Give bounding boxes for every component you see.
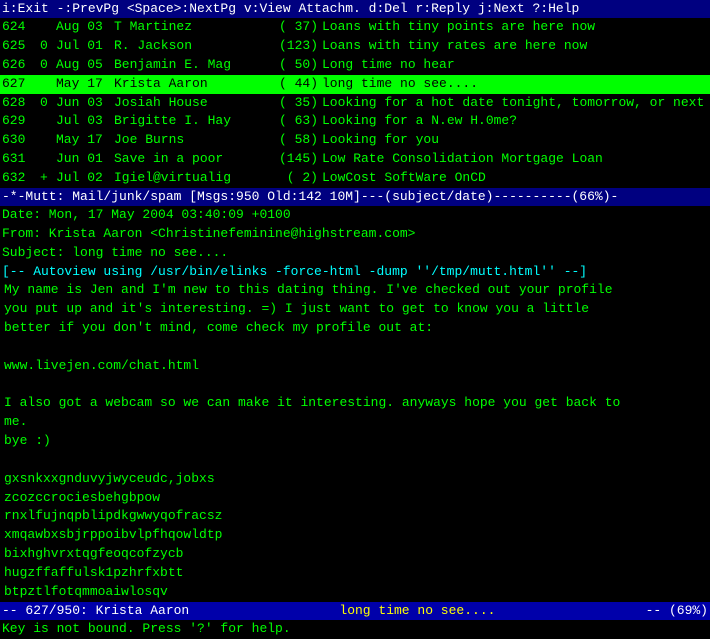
table-row[interactable]: 628 0 Jun 03 Josiah House ( 35) Looking … bbox=[0, 94, 710, 113]
key-hint-bar: Key is not bound. Press '?' for help. bbox=[0, 620, 710, 639]
email-subject: LowCost SoftWare OnCD bbox=[322, 169, 708, 188]
email-subject: Looking for a N.ew H.0me? bbox=[322, 112, 708, 131]
email-id: 629 bbox=[2, 112, 40, 131]
email-count: (145) bbox=[274, 150, 322, 169]
table-row[interactable]: 626 0 Aug 05 Benjamin E. Mag ( 50) Long … bbox=[0, 56, 710, 75]
email-subject: Looking for you bbox=[322, 131, 708, 150]
bottom-status-right: -- (69%) bbox=[646, 602, 708, 620]
email-flag bbox=[40, 112, 56, 131]
email-subject-line: Subject: long time no see.... bbox=[2, 244, 708, 263]
email-flag bbox=[40, 18, 56, 37]
email-sender: Save in a poor bbox=[114, 150, 274, 169]
email-sender: R. Jackson bbox=[114, 37, 274, 56]
message-line: me. bbox=[4, 413, 706, 432]
message-body: My name is Jen and I'm new to this datin… bbox=[0, 281, 710, 601]
table-row[interactable]: 632 + Jul 02 Igiel@virtualig ( 2) LowCos… bbox=[0, 169, 710, 188]
bottom-status-bar: -- 627/950: Krista Aaron long time no se… bbox=[0, 602, 710, 620]
email-id: 631 bbox=[2, 150, 40, 169]
email-sender: Igiel@virtualig bbox=[114, 169, 274, 188]
email-id: 627 bbox=[2, 75, 40, 94]
email-date: Aug 05 bbox=[56, 56, 114, 75]
email-flag: 0 bbox=[40, 56, 56, 75]
email-date: May 17 bbox=[56, 131, 114, 150]
email-subject: long time no see.... bbox=[322, 75, 708, 94]
mutt-status-bar: -*-Mutt: Mail/junk/spam [Msgs:950 Old:14… bbox=[0, 188, 710, 206]
message-line: rnxlfujnqpblipdkgwwyqofracsz bbox=[4, 507, 706, 526]
mutt-status-text: -*-Mutt: Mail/junk/spam [Msgs:950 Old:14… bbox=[2, 189, 618, 204]
email-count: ( 63) bbox=[274, 112, 322, 131]
email-flag: + bbox=[40, 169, 56, 188]
email-date: Jul 01 bbox=[56, 37, 114, 56]
autoview-bar: [-- Autoview using /usr/bin/elinks -forc… bbox=[0, 263, 710, 282]
email-id: 630 bbox=[2, 131, 40, 150]
email-flag bbox=[40, 75, 56, 94]
message-line: bixhghvrxtqgfeoqcofzycb bbox=[4, 545, 706, 564]
email-date-line: Date: Mon, 17 May 2004 03:40:09 +0100 bbox=[2, 206, 708, 225]
email-count: ( 50) bbox=[274, 56, 322, 75]
email-sender: Krista Aaron bbox=[114, 75, 274, 94]
email-sender: Josiah House bbox=[114, 94, 274, 113]
email-date: Jun 01 bbox=[56, 150, 114, 169]
email-count: ( 58) bbox=[274, 131, 322, 150]
email-count: (123) bbox=[274, 37, 322, 56]
table-row[interactable]: 624 Aug 03 T Martinez ( 37) Loans with t… bbox=[0, 18, 710, 37]
email-id: 625 bbox=[2, 37, 40, 56]
table-row[interactable]: 629 Jul 03 Brigitte I. Hay ( 63) Looking… bbox=[0, 112, 710, 131]
email-sender: Joe Burns bbox=[114, 131, 274, 150]
email-subject: Low Rate Consolidation Mortgage Loan bbox=[322, 150, 708, 169]
table-row[interactable]: 627 May 17 Krista Aaron ( 44) long time … bbox=[0, 75, 710, 94]
table-row[interactable]: 625 0 Jul 01 R. Jackson (123) Loans with… bbox=[0, 37, 710, 56]
email-list: 624 Aug 03 T Martinez ( 37) Loans with t… bbox=[0, 18, 710, 188]
email-count: ( 35) bbox=[274, 94, 322, 113]
bottom-status-left: -- 627/950: Krista Aaron bbox=[2, 602, 189, 620]
email-count: ( 2) bbox=[274, 169, 322, 188]
email-from-line: From: Krista Aaron <Christinefeminine@hi… bbox=[2, 225, 708, 244]
email-date: May 17 bbox=[56, 75, 114, 94]
message-line: www.livejen.com/chat.html bbox=[4, 357, 706, 376]
message-line: My name is Jen and I'm new to this datin… bbox=[4, 281, 706, 300]
email-date: Aug 03 bbox=[56, 18, 114, 37]
email-flag: 0 bbox=[40, 94, 56, 113]
message-line: better if you don't mind, come check my … bbox=[4, 319, 706, 338]
email-subject: Looking for a hot date tonight, tomorrow… bbox=[322, 94, 708, 113]
message-line: xmqawbxsbjrppoibvlpfhqowldtp bbox=[4, 526, 706, 545]
message-line: btpztlfotqmmoaiwlosqv bbox=[4, 583, 706, 602]
email-id: 632 bbox=[2, 169, 40, 188]
message-line: I also got a webcam so we can make it in… bbox=[4, 394, 706, 413]
bottom-status-center: long time no see.... bbox=[339, 602, 495, 620]
email-id: 624 bbox=[2, 18, 40, 37]
email-sender: Brigitte I. Hay bbox=[114, 112, 274, 131]
email-sender: Benjamin E. Mag bbox=[114, 56, 274, 75]
email-header: Date: Mon, 17 May 2004 03:40:09 +0100 Fr… bbox=[0, 206, 710, 263]
email-sender: T Martinez bbox=[114, 18, 274, 37]
email-subject: Loans with tiny rates are here now bbox=[322, 37, 708, 56]
message-line: hugzffaffulsk1pzhrfxbtt bbox=[4, 564, 706, 583]
message-line: gxsnkxxgnduvyjwyceudc,jobxs bbox=[4, 470, 706, 489]
email-date: Jul 03 bbox=[56, 112, 114, 131]
message-line bbox=[4, 338, 706, 357]
email-flag bbox=[40, 150, 56, 169]
message-line bbox=[4, 451, 706, 470]
email-id: 628 bbox=[2, 94, 40, 113]
message-line: you put up and it's interesting. =) I ju… bbox=[4, 300, 706, 319]
email-date: Jun 03 bbox=[56, 94, 114, 113]
email-subject: Loans with tiny points are here now bbox=[322, 18, 708, 37]
table-row[interactable]: 630 May 17 Joe Burns ( 58) Looking for y… bbox=[0, 131, 710, 150]
top-bar-text: i:Exit -:PrevPg <Space>:NextPg v:View At… bbox=[2, 1, 579, 16]
message-line bbox=[4, 376, 706, 395]
email-id: 626 bbox=[2, 56, 40, 75]
email-flag: 0 bbox=[40, 37, 56, 56]
email-flag bbox=[40, 131, 56, 150]
message-line: bye :) bbox=[4, 432, 706, 451]
autoview-text: [-- Autoview using /usr/bin/elinks -forc… bbox=[2, 264, 587, 279]
top-bar: i:Exit -:PrevPg <Space>:NextPg v:View At… bbox=[0, 0, 710, 18]
table-row[interactable]: 631 Jun 01 Save in a poor (145) Low Rate… bbox=[0, 150, 710, 169]
email-count: ( 37) bbox=[274, 18, 322, 37]
email-date: Jul 02 bbox=[56, 169, 114, 188]
message-line: zcozccrociesbehgbpow bbox=[4, 489, 706, 508]
key-hint-text: Key is not bound. Press '?' for help. bbox=[2, 621, 291, 636]
email-count: ( 44) bbox=[274, 75, 322, 94]
email-subject: Long time no hear bbox=[322, 56, 708, 75]
